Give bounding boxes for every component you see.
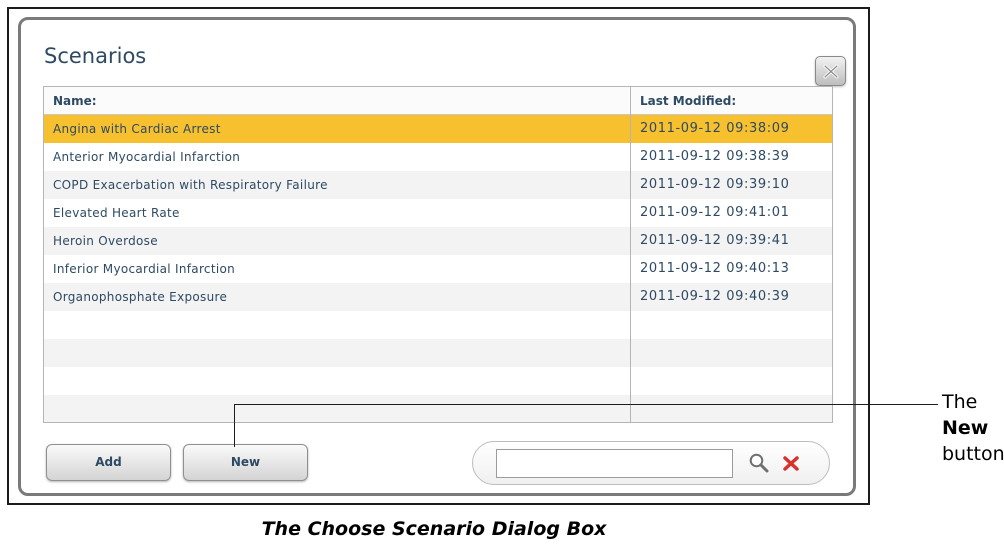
scenario-name: Heroin Overdose — [53, 234, 158, 248]
table-row[interactable]: Inferior Myocardial Infarction 2011-09-1… — [44, 255, 832, 283]
close-icon — [823, 64, 839, 79]
empty-row — [44, 367, 832, 395]
table-row[interactable]: Elevated Heart Rate 2011-09-12 09:41:01 — [44, 199, 832, 227]
search-input[interactable] — [496, 449, 733, 478]
scenario-modified: 2011-09-12 09:39:41 — [640, 233, 790, 248]
scenario-modified: 2011-09-12 09:41:01 — [640, 205, 790, 220]
callout-suffix: button — [942, 443, 1004, 465]
scenario-name: Inferior Myocardial Infarction — [53, 262, 236, 276]
scenario-modified: 2011-09-12 09:40:39 — [640, 289, 790, 304]
callout-line — [234, 404, 938, 405]
add-button[interactable]: Add — [46, 444, 171, 481]
scenario-name: COPD Exacerbation with Respiratory Failu… — [53, 178, 328, 192]
table-header: Name: Last Modified: — [44, 87, 832, 115]
column-header-last-modified[interactable]: Last Modified: — [640, 94, 736, 108]
callout-label: The New button — [942, 389, 1004, 467]
empty-row — [44, 395, 832, 422]
scenario-modified: 2011-09-12 09:38:09 — [640, 121, 790, 136]
callout-prefix: The — [942, 391, 978, 413]
scenario-modified: 2011-09-12 09:40:13 — [640, 261, 790, 276]
table-row[interactable]: Anterior Myocardial Infarction 2011-09-1… — [44, 143, 832, 171]
search-icon[interactable] — [748, 452, 770, 474]
clear-icon[interactable] — [782, 455, 800, 472]
empty-row — [44, 311, 832, 339]
table-row[interactable]: Angina with Cardiac Arrest 2011-09-12 09… — [44, 115, 832, 143]
dialog-title: Scenarios — [44, 44, 147, 68]
new-button[interactable]: New — [183, 444, 308, 481]
scenario-modified: 2011-09-12 09:39:10 — [640, 177, 790, 192]
callout-pointer — [234, 404, 235, 447]
table-row[interactable]: Organophosphate Exposure 2011-09-12 09:4… — [44, 283, 832, 311]
scenario-name: Angina with Cardiac Arrest — [53, 122, 221, 136]
table-row[interactable]: Heroin Overdose 2011-09-12 09:39:41 — [44, 227, 832, 255]
table-row[interactable]: COPD Exacerbation with Respiratory Failu… — [44, 171, 832, 199]
figure-caption: The Choose Scenario Dialog Box — [261, 518, 607, 540]
scenario-name: Organophosphate Exposure — [53, 290, 228, 304]
close-button[interactable] — [815, 56, 846, 86]
scenario-name: Anterior Myocardial Infarction — [53, 150, 241, 164]
column-header-name[interactable]: Name: — [53, 94, 97, 108]
column-divider — [630, 87, 631, 422]
scenario-name: Elevated Heart Rate — [53, 206, 180, 220]
scenario-table: Name: Last Modified: Angina with Cardiac… — [43, 86, 833, 423]
scenario-modified: 2011-09-12 09:38:39 — [640, 149, 790, 164]
empty-row — [44, 339, 832, 367]
callout-bold: New — [942, 417, 989, 439]
